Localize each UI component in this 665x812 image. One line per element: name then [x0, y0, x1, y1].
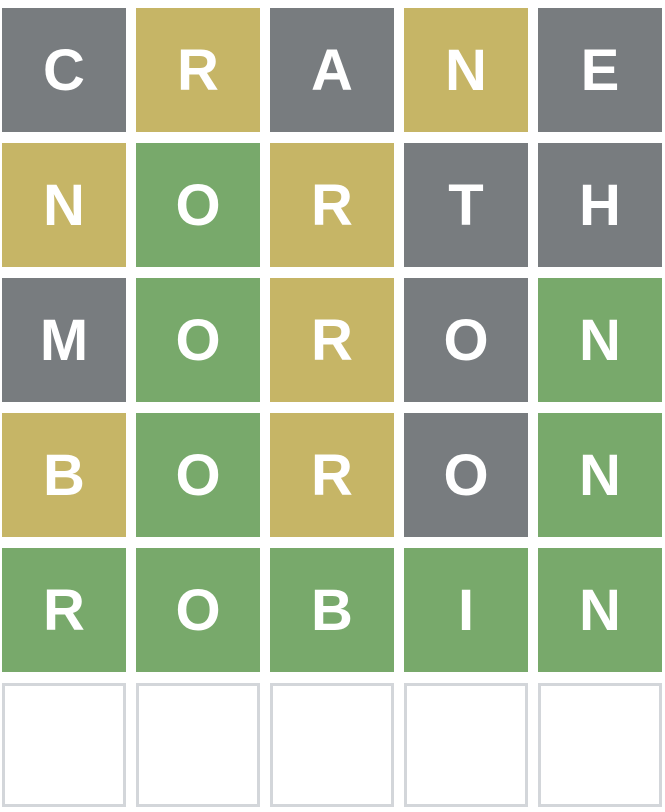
tile: R: [270, 278, 394, 402]
tile: O: [136, 413, 260, 537]
tile: O: [404, 278, 528, 402]
tile: R: [270, 143, 394, 267]
tile: N: [538, 548, 662, 672]
tile: O: [136, 548, 260, 672]
tile: N: [2, 143, 126, 267]
empty-tile: [404, 683, 528, 807]
tile: N: [404, 8, 528, 132]
tile: C: [2, 8, 126, 132]
tile: R: [136, 8, 260, 132]
tile: T: [404, 143, 528, 267]
tile: E: [538, 8, 662, 132]
tile: H: [538, 143, 662, 267]
empty-tile: [2, 683, 126, 807]
game-board: C R A N E N O R T H M O R O N B O R O N …: [2, 8, 662, 807]
tile: O: [136, 278, 260, 402]
tile: B: [270, 548, 394, 672]
empty-tile: [136, 683, 260, 807]
tile: B: [2, 413, 126, 537]
tile: I: [404, 548, 528, 672]
tile: M: [2, 278, 126, 402]
tile: N: [538, 413, 662, 537]
empty-tile: [538, 683, 662, 807]
tile: R: [2, 548, 126, 672]
tile: A: [270, 8, 394, 132]
tile: R: [270, 413, 394, 537]
tile: O: [404, 413, 528, 537]
empty-tile: [270, 683, 394, 807]
tile: N: [538, 278, 662, 402]
tile: O: [136, 143, 260, 267]
